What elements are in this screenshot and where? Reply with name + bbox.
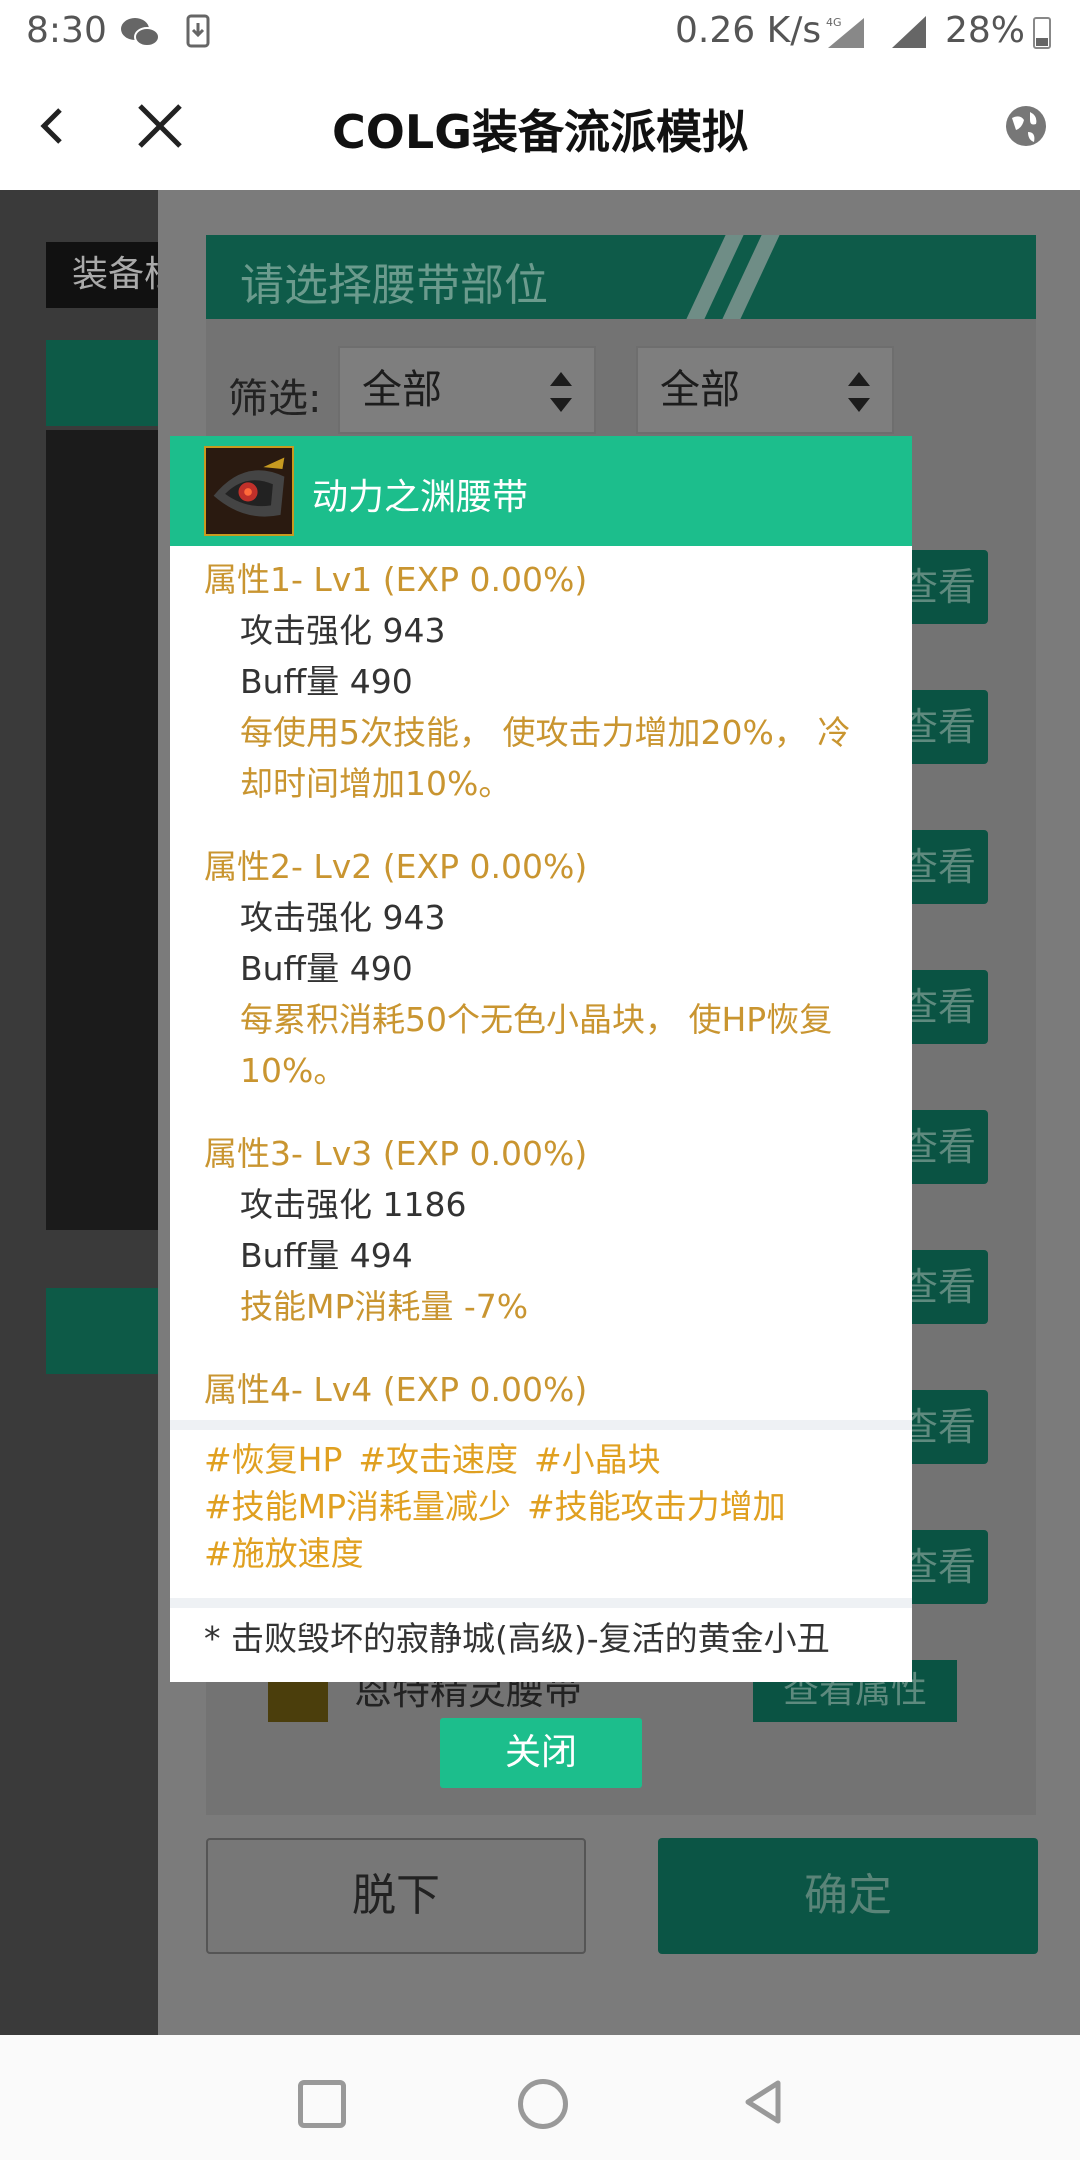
home-icon[interactable] bbox=[518, 2079, 568, 2129]
select-arrows-icon bbox=[848, 372, 870, 412]
status-bar: 8:30 0.26 K/s 4G 28% bbox=[0, 0, 1080, 66]
tag: #技能攻击力增加 bbox=[527, 1487, 786, 1526]
attribute-1-stat: Buff量 490 bbox=[240, 662, 413, 701]
network-speed: 0.26 K/s bbox=[675, 10, 822, 51]
attributes-list: 属性1- Lv1 (EXP 0.00%) 攻击强化 943 Buff量 490 … bbox=[204, 554, 894, 1415]
wechat-icon bbox=[121, 18, 160, 47]
globe-icon[interactable] bbox=[1002, 102, 1050, 150]
attribute-1-stat: 攻击强化 943 bbox=[240, 611, 446, 650]
filter-select-1-value: 全部 bbox=[362, 367, 442, 413]
attribute-3-header: 属性3- Lv3 (EXP 0.00%) bbox=[204, 1134, 588, 1173]
select-arrows-icon bbox=[550, 372, 572, 412]
attribute-1-header: 属性1- Lv1 (EXP 0.00%) bbox=[204, 560, 588, 599]
attribute-2-stat: 攻击强化 943 bbox=[240, 898, 446, 937]
item-source: * 击败毁坏的寂静城(高级)-复活的黄金小丑 bbox=[204, 1619, 830, 1658]
tag: #技能MP消耗量减少 bbox=[204, 1487, 512, 1526]
attribute-2-stat: Buff量 490 bbox=[240, 949, 413, 988]
section-header-title: 请选择腰带部位 bbox=[240, 260, 548, 311]
filter-select-2-value: 全部 bbox=[660, 367, 740, 413]
tag: #小晶块 bbox=[534, 1440, 661, 1479]
battery-percent: 28% bbox=[945, 10, 1026, 51]
section-header: 请选择腰带部位 bbox=[206, 235, 1036, 319]
battery-icon bbox=[1033, 17, 1051, 49]
unequip-button[interactable]: 脱下 bbox=[206, 1838, 586, 1954]
title-bar: COLG装备流派模拟 bbox=[0, 66, 1080, 190]
tag: #恢复HP bbox=[204, 1440, 343, 1479]
svg-text:4G: 4G bbox=[826, 16, 842, 29]
system-back-icon[interactable] bbox=[740, 2077, 790, 2127]
attribute-4-header: 属性4- Lv4 (EXP 0.00%) bbox=[204, 1370, 588, 1409]
download-icon bbox=[186, 14, 210, 48]
system-nav-bar bbox=[0, 2035, 1080, 2160]
item-detail-modal: 动力之渊腰带 属性1- Lv1 (EXP 0.00%) 攻击强化 943 Buf… bbox=[170, 436, 912, 1682]
tag: #攻击速度 bbox=[358, 1440, 519, 1479]
attribute-3-stat: Buff量 494 bbox=[240, 1236, 413, 1275]
side-tab-equipment[interactable]: 装备栏 bbox=[46, 242, 166, 308]
tag-list: #恢复HP #攻击速度 #小晶块 #技能MP消耗量减少 #技能攻击力增加 #施放速度 bbox=[204, 1436, 894, 1577]
confirm-button[interactable]: 确定 bbox=[658, 1838, 1038, 1954]
recent-apps-icon[interactable] bbox=[298, 2080, 346, 2128]
filter-label: 筛选: bbox=[228, 376, 322, 422]
mobile-signal-4g-icon: 4G bbox=[826, 16, 864, 48]
modal-header: 动力之渊腰带 bbox=[170, 436, 912, 546]
divider bbox=[170, 1598, 912, 1608]
page-title: COLG装备流派模拟 bbox=[332, 105, 748, 159]
attribute-1-effect: 每使用5次技能， 使攻击力增加20%， 冷 bbox=[240, 713, 851, 752]
status-time: 8:30 bbox=[26, 10, 107, 51]
attribute-3-stat: 攻击强化 1186 bbox=[240, 1185, 467, 1224]
modal-close-button[interactable]: 关闭 bbox=[440, 1718, 642, 1788]
attribute-2-effect: 每累积消耗50个无色小晶块， 使HP恢复 bbox=[240, 1000, 833, 1039]
attribute-2-effect: 10%。 bbox=[240, 1051, 347, 1090]
filter-select-1[interactable]: 全部 bbox=[338, 346, 596, 434]
signal-strength-icon bbox=[892, 16, 926, 48]
filter-select-2[interactable]: 全部 bbox=[636, 346, 894, 434]
item-name: 动力之渊腰带 bbox=[312, 477, 529, 518]
tag: #施放速度 bbox=[204, 1534, 364, 1573]
attribute-2-header: 属性2- Lv2 (EXP 0.00%) bbox=[204, 847, 588, 886]
attribute-3-effect: 技能MP消耗量 -7% bbox=[240, 1287, 529, 1326]
attribute-1-effect: 却时间增加10%。 bbox=[240, 764, 512, 803]
divider bbox=[170, 1420, 912, 1430]
belt-item-icon bbox=[204, 446, 294, 536]
left-panel: 装备栏 bbox=[0, 190, 206, 2035]
